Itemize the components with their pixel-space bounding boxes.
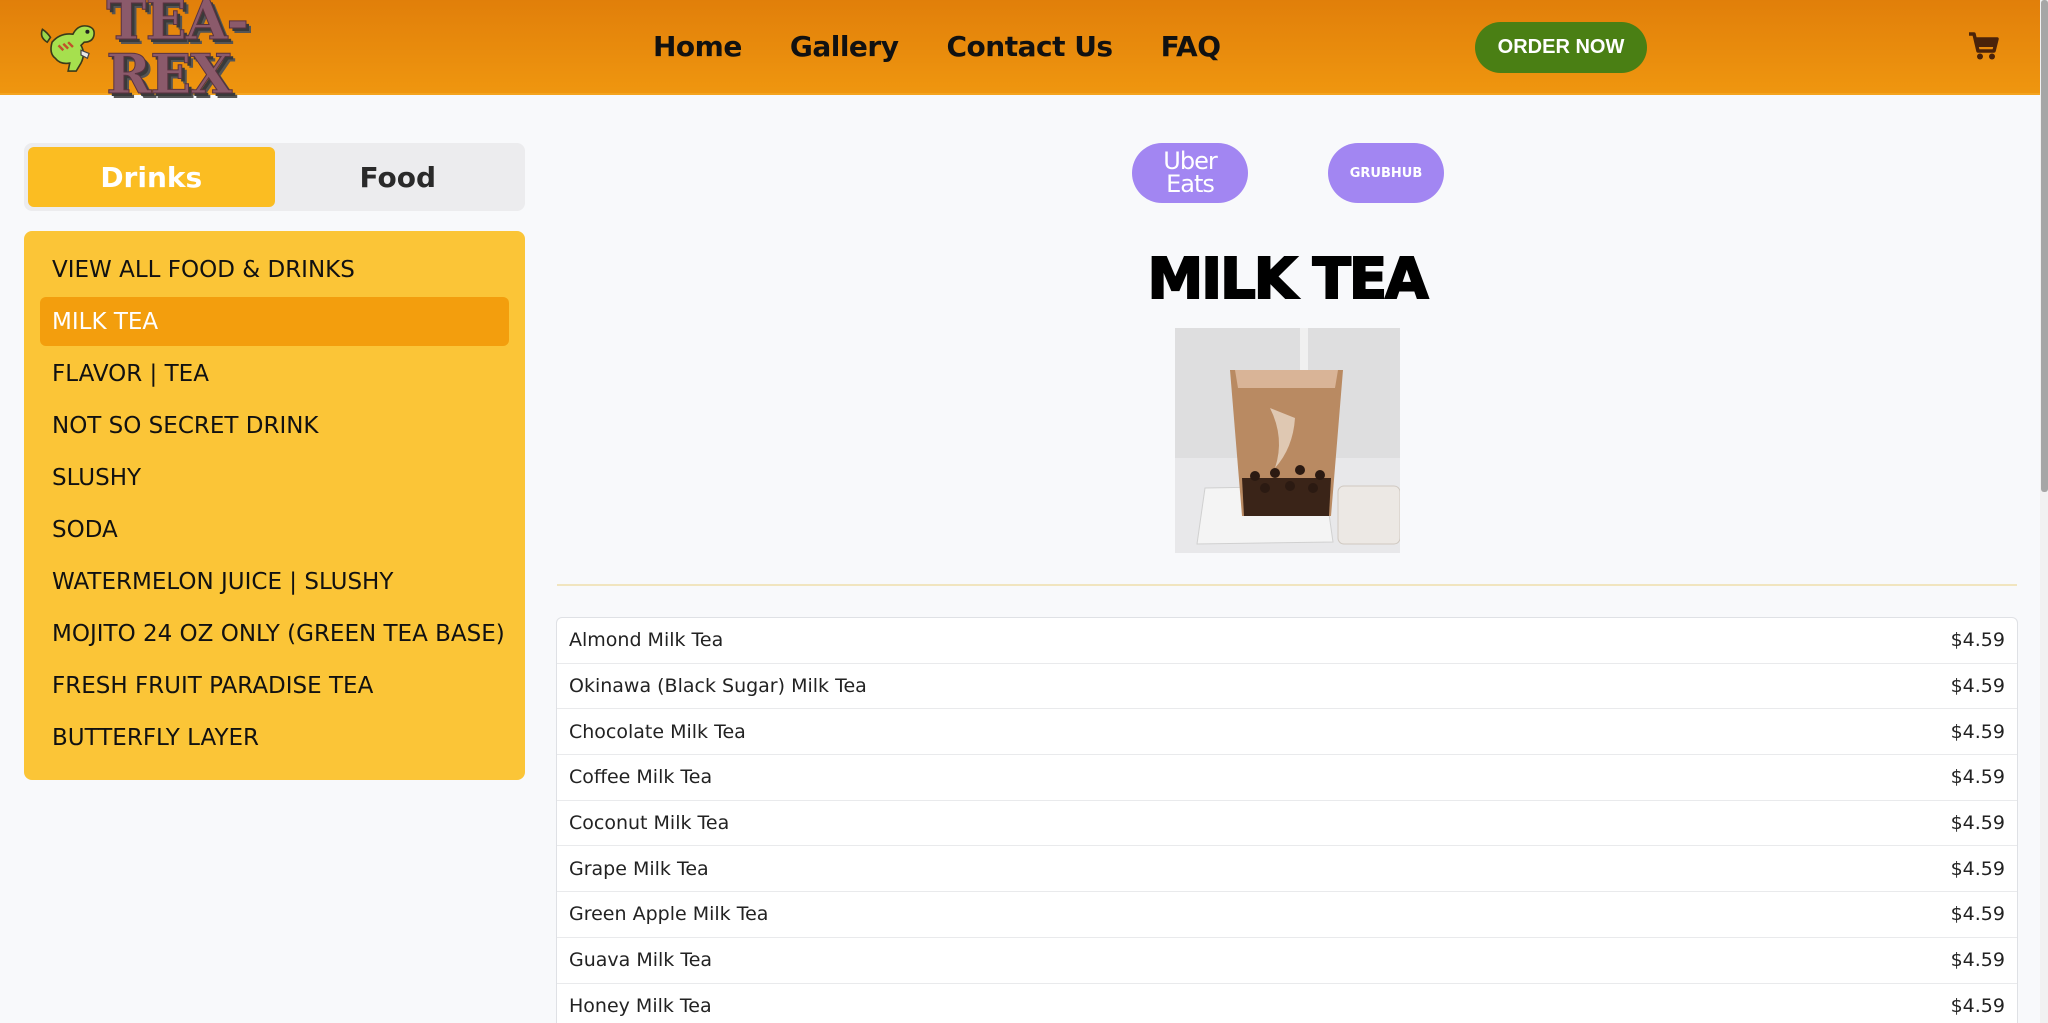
menu-item[interactable]: Guava Milk Tea $4.59 bbox=[557, 938, 2017, 984]
menu-item-name: Okinawa (Black Sugar) Milk Tea bbox=[569, 675, 867, 698]
menu-items-list: Almond Milk Tea $4.59 Okinawa (Black Sug… bbox=[556, 617, 2018, 1023]
category-slushy[interactable]: SLUSHY bbox=[40, 453, 509, 502]
tab-drinks[interactable]: Drinks bbox=[28, 147, 275, 207]
category-view-all[interactable]: VIEW ALL FOOD & DRINKS bbox=[40, 245, 509, 294]
menu-item[interactable]: Chocolate Milk Tea $4.59 bbox=[557, 709, 2017, 756]
tab-food[interactable]: Food bbox=[275, 147, 522, 207]
menu-item-name: Guava Milk Tea bbox=[569, 949, 713, 972]
section-divider bbox=[557, 584, 2017, 586]
category-not-so-secret-drink[interactable]: NOT SO SECRET DRINK bbox=[40, 401, 509, 450]
menu-item-price: $4.59 bbox=[1950, 812, 2005, 835]
menu-item[interactable]: Coffee Milk Tea $4.59 bbox=[557, 755, 2017, 801]
menu-item-name: Almond Milk Tea bbox=[569, 629, 724, 652]
menu-item-price: $4.59 bbox=[1950, 720, 2005, 743]
category-milk-tea[interactable]: MILK TEA bbox=[40, 297, 509, 346]
menu-item-name: Coffee Milk Tea bbox=[569, 766, 713, 789]
shopping-cart-icon[interactable] bbox=[1968, 31, 2000, 61]
menu-item[interactable]: Grape Milk Tea $4.59 bbox=[557, 846, 2017, 893]
menu-item-price: $4.59 bbox=[1950, 629, 2005, 652]
menu-item-price: $4.59 bbox=[1950, 903, 2005, 926]
nav-home[interactable]: Home bbox=[653, 28, 742, 66]
menu-item-name: Green Apple Milk Tea bbox=[569, 903, 769, 926]
menu-item-name: Coconut Milk Tea bbox=[569, 812, 730, 835]
category-butterfly-layer[interactable]: BUTTERFLY LAYER bbox=[40, 713, 509, 762]
category-soda[interactable]: SODA bbox=[40, 505, 509, 554]
logo-wordmark: TEA-REX bbox=[106, 0, 250, 106]
drinks-food-toggle: Drinks Food bbox=[24, 143, 525, 211]
page-scrollbar[interactable] bbox=[2040, 0, 2048, 1023]
menu-item-price: $4.59 bbox=[1950, 949, 2005, 972]
menu-item[interactable]: Green Apple Milk Tea $4.59 bbox=[557, 892, 2017, 938]
milk-tea-cup-illustration bbox=[1175, 328, 1400, 553]
nav-faq[interactable]: FAQ bbox=[1161, 28, 1221, 66]
category-mojito[interactable]: MOJITO 24 OZ ONLY (GREEN TEA BASE) bbox=[40, 609, 509, 658]
category-title: MILK TEA bbox=[1147, 247, 1430, 313]
category-watermelon-juice[interactable]: WATERMELON JUICE | SLUSHY bbox=[40, 557, 509, 606]
tea-rex-logo[interactable]: TEA-REX bbox=[36, 0, 326, 102]
menu-item-name: Grape Milk Tea bbox=[569, 857, 709, 880]
menu-item-price: $4.59 bbox=[1950, 766, 2005, 789]
nav-contact-us[interactable]: Contact Us bbox=[946, 28, 1113, 66]
category-fresh-fruit-paradise[interactable]: FRESH FRUIT PARADISE TEA bbox=[40, 661, 509, 710]
delivery-partners: Uber Eats GRUBHUB bbox=[1132, 143, 1444, 203]
dinosaur-icon bbox=[40, 25, 95, 72]
category-flavor-tea[interactable]: FLAVOR | TEA bbox=[40, 349, 509, 398]
grubhub-button[interactable]: GRUBHUB bbox=[1328, 143, 1444, 203]
uber-eats-button[interactable]: Uber Eats bbox=[1132, 143, 1248, 203]
category-menu: VIEW ALL FOOD & DRINKS MILK TEA FLAVOR |… bbox=[24, 231, 525, 780]
scrollbar-thumb[interactable] bbox=[2041, 0, 2048, 492]
menu-item[interactable]: Coconut Milk Tea $4.59 bbox=[557, 801, 2017, 847]
order-now-button[interactable]: ORDER NOW bbox=[1475, 22, 1647, 73]
menu-item[interactable]: Almond Milk Tea $4.59 bbox=[557, 618, 2017, 664]
milk-tea-image bbox=[1175, 328, 1400, 553]
site-header: TEA-REX Home Gallery Contact Us FAQ ORDE… bbox=[0, 0, 2040, 102]
menu-item[interactable]: Okinawa (Black Sugar) Milk Tea $4.59 bbox=[557, 664, 2017, 710]
menu-item-name: Honey Milk Tea bbox=[569, 994, 712, 1017]
nav-gallery[interactable]: Gallery bbox=[790, 28, 899, 66]
menu-item-price: $4.59 bbox=[1950, 857, 2005, 880]
menu-item-price: $4.59 bbox=[1950, 675, 2005, 698]
menu-item-price: $4.59 bbox=[1950, 994, 2005, 1017]
uber-eats-line2: Eats bbox=[1166, 170, 1215, 198]
main-nav: Home Gallery Contact Us FAQ bbox=[653, 28, 1269, 66]
menu-item-name: Chocolate Milk Tea bbox=[569, 720, 746, 743]
menu-item[interactable]: Honey Milk Tea $4.59 bbox=[557, 984, 2017, 1023]
